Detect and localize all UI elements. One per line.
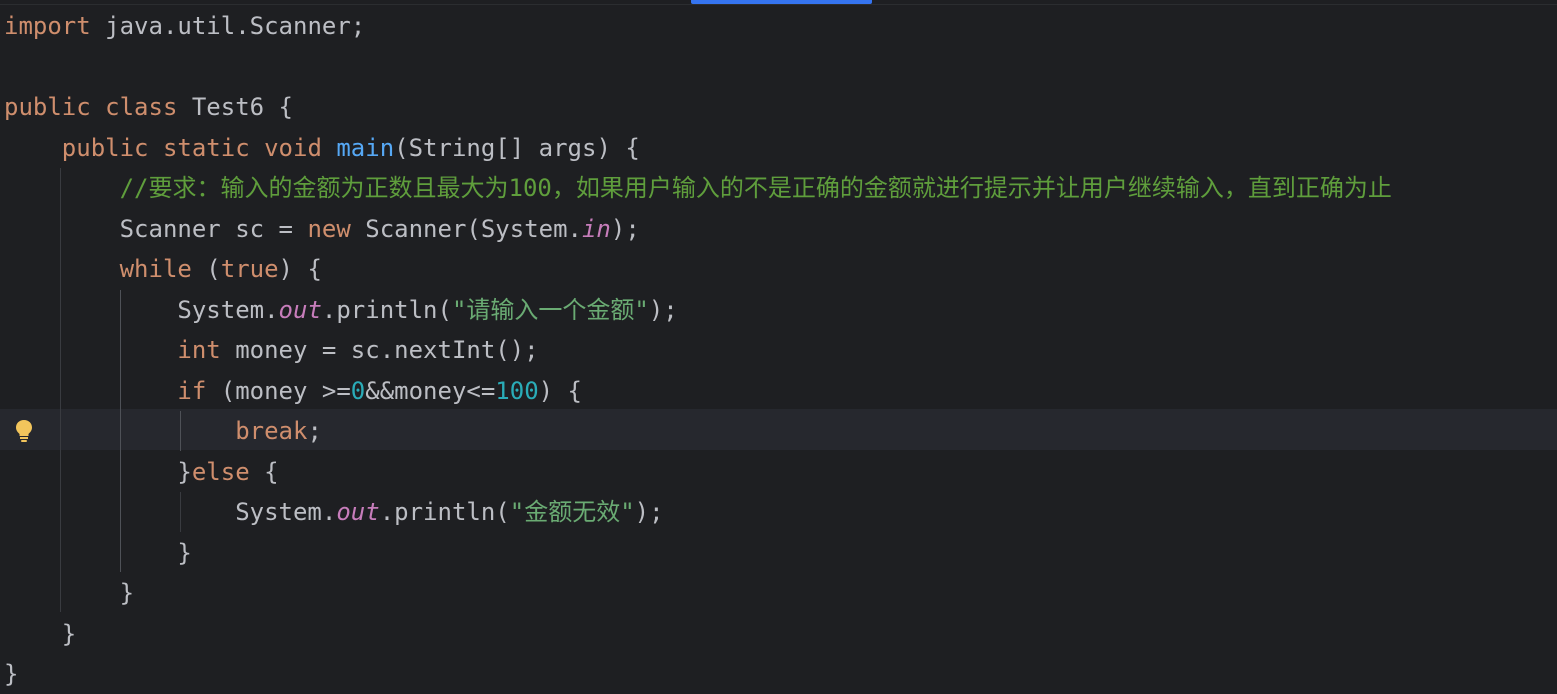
number-literal: 100 <box>495 377 539 405</box>
code-line[interactable]: public static void main(String[] args) { <box>4 128 640 168</box>
keyword: while <box>119 255 192 283</box>
code-line[interactable]: if (money >=0&&money<=100) { <box>4 371 582 411</box>
method-name: main <box>336 134 395 162</box>
code-line[interactable]: import java.util.Scanner; <box>4 6 365 46</box>
code-line[interactable]: } <box>4 654 18 694</box>
code-text: } <box>119 579 135 607</box>
code-text: .println( <box>321 296 452 324</box>
keyword: class <box>105 93 178 121</box>
keyword: else <box>191 458 250 486</box>
static-field: out <box>336 498 380 526</box>
static-field: in <box>581 215 611 243</box>
keyword: public <box>4 93 91 121</box>
code-text: } <box>177 458 192 486</box>
code-text: Scanner sc = <box>119 215 308 243</box>
code-line[interactable]: System.out.println("请输入一个金额"); <box>4 290 678 330</box>
code-line[interactable]: //要求：输入的金额为正数且最大为100，如果用户输入的不是正确的金额就进行提示… <box>4 168 1392 208</box>
code-line-current[interactable]: break; <box>4 411 322 451</box>
code-line[interactable]: System.out.println("金额无效"); <box>4 492 664 532</box>
code-line[interactable]: } <box>4 614 76 654</box>
code-text: ); <box>648 296 678 324</box>
code-editor[interactable]: import java.util.Scanner; public class T… <box>0 0 1557 694</box>
code-line[interactable]: public class Test6 { <box>4 87 293 127</box>
code-line[interactable]: int money = sc.nextInt(); <box>4 330 539 370</box>
string-literal: "请输入一个金额" <box>451 296 649 324</box>
keyword: if <box>177 377 207 405</box>
code-text: ; <box>307 417 322 445</box>
code-line[interactable]: while (true) { <box>4 249 322 289</box>
code-text: .println( <box>379 498 510 526</box>
code-text: (money >= <box>206 377 351 405</box>
keyword: import <box>4 12 91 40</box>
code-text: System. <box>235 498 337 526</box>
code-text: Scanner(System. <box>350 215 582 243</box>
code-text: ) { <box>278 255 322 283</box>
keyword: int <box>177 336 221 364</box>
comment: //要求：输入的金额为正数且最大为100，如果用户输入的不是正确的金额就进行提示… <box>119 174 1392 202</box>
code-text: (String[] args) { <box>394 134 640 162</box>
code-text: ); <box>610 215 640 243</box>
code-text: System. <box>177 296 279 324</box>
string-literal: "金额无效" <box>509 498 635 526</box>
code-text: Test6 { <box>177 93 293 121</box>
code-line[interactable]: } <box>4 533 192 573</box>
code-text: ) { <box>538 377 583 405</box>
static-field: out <box>278 296 322 324</box>
editor-top-border <box>0 4 1557 5</box>
code-text: } <box>177 539 192 567</box>
code-text: &&money<= <box>365 377 496 405</box>
code-text: ( <box>191 255 221 283</box>
keyword: break <box>235 417 308 445</box>
code-text: } <box>61 620 77 648</box>
code-text: money = sc.nextInt(); <box>220 336 539 364</box>
code-text: { <box>249 458 279 486</box>
keyword: static <box>162 134 250 162</box>
number-literal: 0 <box>350 377 366 405</box>
keyword: true <box>220 255 279 283</box>
code-line[interactable]: Scanner sc = new Scanner(System.in); <box>4 209 640 249</box>
code-text: ); <box>634 498 664 526</box>
keyword: void <box>264 134 322 162</box>
code-text: } <box>4 660 19 688</box>
keyword: public <box>61 134 149 162</box>
code-text: java.util.Scanner; <box>90 12 366 40</box>
code-line[interactable]: }else { <box>4 452 279 492</box>
code-line[interactable]: } <box>4 573 134 613</box>
keyword: new <box>307 215 351 243</box>
